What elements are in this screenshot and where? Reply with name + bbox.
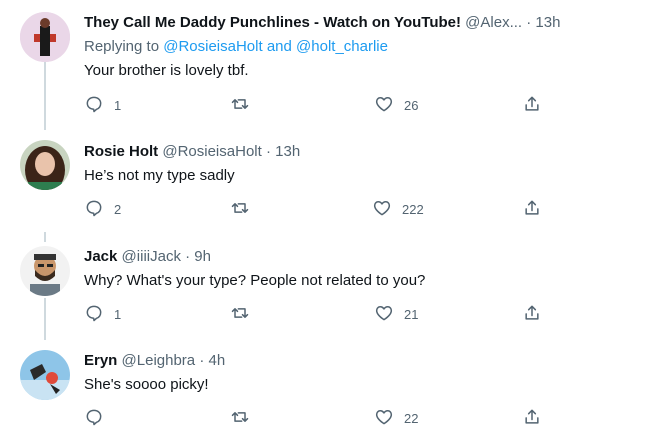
tweet-actions: 1 21 — [84, 302, 554, 326]
like-button[interactable]: 26 — [374, 93, 418, 117]
tweet-header: Jack @iiiiJack · 9h — [84, 247, 211, 267]
retweet-icon — [230, 94, 250, 117]
like-icon — [372, 198, 392, 221]
tweet-actions: 1 26 — [84, 93, 554, 117]
mention-link[interactable]: @RosieisaHolt — [163, 38, 262, 55]
share-icon — [522, 303, 542, 326]
like-count: 26 — [404, 97, 419, 113]
retweet-button[interactable] — [230, 197, 260, 221]
reply-button[interactable] — [84, 406, 114, 430]
share-button[interactable] — [522, 302, 542, 326]
timestamp[interactable]: 13h — [275, 143, 300, 160]
mention-and[interactable]: and — [267, 38, 292, 55]
separator-dot: · — [185, 248, 191, 265]
share-button[interactable] — [522, 197, 542, 221]
reply-count: 1 — [114, 97, 122, 113]
like-count: 21 — [404, 306, 419, 322]
reply-count: 2 — [114, 201, 122, 217]
like-button[interactable]: 21 — [374, 302, 418, 326]
share-icon — [522, 407, 542, 430]
avatar[interactable] — [20, 246, 70, 296]
retweet-button[interactable] — [230, 93, 260, 117]
share-button[interactable] — [522, 406, 542, 430]
reply-icon — [84, 303, 104, 326]
reply-icon — [84, 94, 104, 117]
retweet-icon — [230, 303, 250, 326]
retweet-button[interactable] — [230, 302, 260, 326]
display-name[interactable]: Rosie Holt — [84, 143, 158, 160]
share-icon — [522, 94, 542, 117]
display-name[interactable]: Jack — [84, 248, 117, 265]
tweet-actions: 2 222 — [84, 197, 554, 221]
tweet[interactable]: They Call Me Daddy Punchlines - Watch on… — [0, 0, 648, 130]
avatar[interactable] — [20, 350, 70, 400]
reply-button[interactable]: 2 — [84, 197, 121, 221]
retweet-icon — [230, 198, 250, 221]
user-handle[interactable]: @RosieisaHolt — [162, 143, 261, 160]
like-count: 222 — [402, 201, 424, 217]
reply-icon — [84, 407, 104, 430]
timestamp[interactable]: 13h — [535, 14, 560, 31]
like-icon — [374, 303, 394, 326]
replying-to: Replying to @RosieisaHolt and @holt_char… — [84, 37, 388, 57]
tweet-header: They Call Me Daddy Punchlines - Watch on… — [84, 13, 560, 33]
tweet-header: Rosie Holt @RosieisaHolt · 13h — [84, 142, 300, 162]
user-handle[interactable]: @iiiiJack — [122, 248, 181, 265]
separator-dot: · — [199, 352, 205, 369]
tweet-actions: 22 — [84, 406, 554, 430]
reply-button[interactable]: 1 — [84, 302, 121, 326]
tweet[interactable]: Rosie Holt @RosieisaHolt · 13h He’s not … — [0, 130, 648, 230]
reply-icon — [84, 198, 104, 221]
like-button[interactable]: 22 — [374, 406, 418, 430]
separator-dot: · — [265, 143, 271, 160]
mention-link[interactable]: @holt_charlie — [296, 38, 388, 55]
tweet-text: Why? What's your type? People not relate… — [84, 272, 426, 289]
tweet[interactable]: Jack @iiiiJack · 9h Why? What's your typ… — [0, 236, 648, 336]
tweet-text: He’s not my type sadly — [84, 167, 235, 184]
reply-count: 1 — [114, 306, 122, 322]
avatar[interactable] — [20, 12, 70, 62]
user-handle[interactable]: @Alex... — [465, 14, 522, 31]
share-button[interactable] — [522, 93, 542, 117]
timestamp[interactable]: 4h — [208, 352, 225, 369]
display-name[interactable]: Eryn — [84, 352, 117, 369]
timestamp[interactable]: 9h — [194, 248, 211, 265]
tweet-text: She's soooo picky! — [84, 376, 209, 393]
tweet-text: Your brother is lovely tbf. — [84, 62, 249, 79]
like-count: 22 — [404, 410, 419, 426]
reply-button[interactable]: 1 — [84, 93, 121, 117]
display-name[interactable]: They Call Me Daddy Punchlines - Watch on… — [84, 14, 461, 31]
replying-prefix: Replying to — [84, 38, 160, 55]
like-icon — [374, 94, 394, 117]
tweet[interactable]: Eryn @Leighbra · 4h She's soooo picky! 2… — [0, 340, 648, 435]
like-button[interactable]: 222 — [372, 197, 424, 221]
user-handle[interactable]: @Leighbra — [122, 352, 196, 369]
avatar[interactable] — [20, 140, 70, 190]
retweet-icon — [230, 407, 250, 430]
tweet-header: Eryn @Leighbra · 4h — [84, 351, 225, 371]
separator-dot: · — [526, 14, 532, 31]
retweet-button[interactable] — [230, 406, 260, 430]
share-icon — [522, 198, 542, 221]
like-icon — [374, 407, 394, 430]
